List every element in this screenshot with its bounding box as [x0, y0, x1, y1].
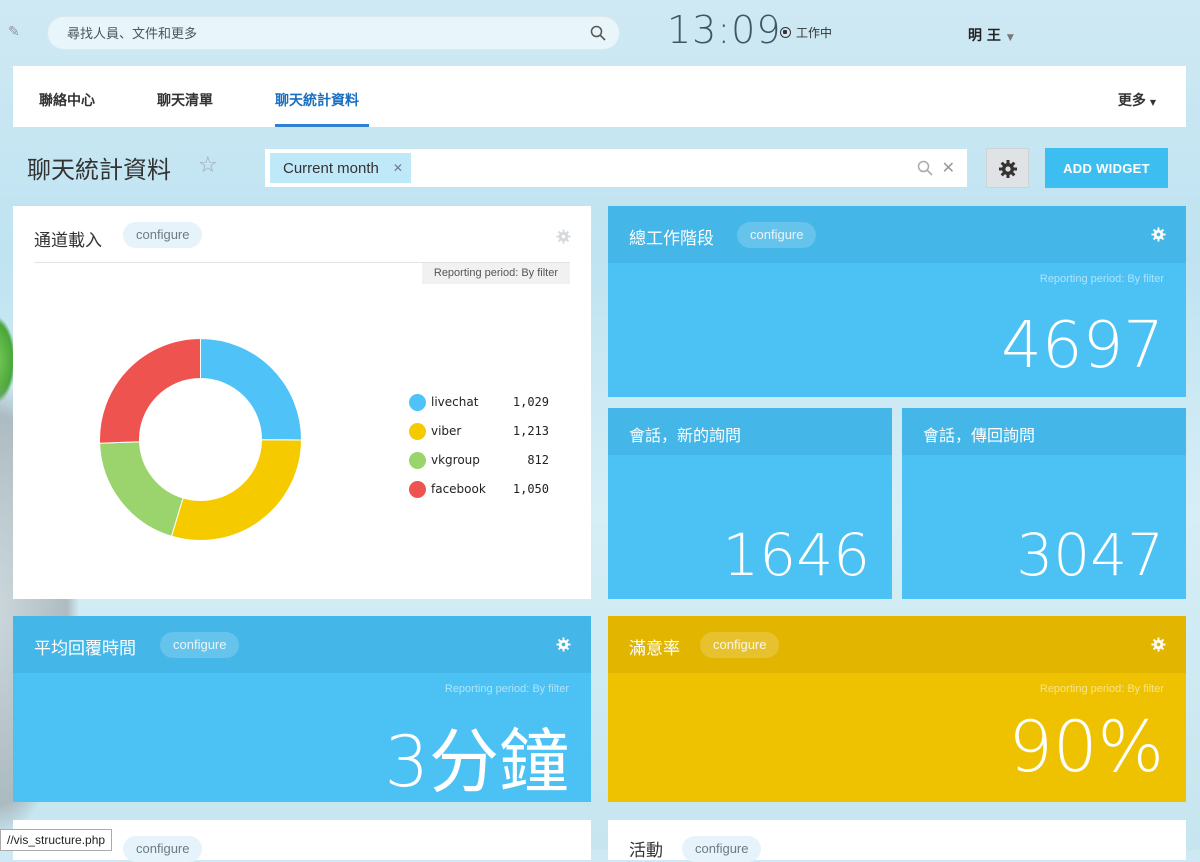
widget-title: 平均回覆時間: [34, 639, 136, 659]
legend-swatch: [409, 423, 426, 440]
widget-avg-response-time: 平均回覆時間 configure Reporting period: By fi…: [13, 616, 591, 803]
donut-slice-facebook[interactable]: [99, 337, 201, 444]
legend-item[interactable]: facebook 1,050: [409, 481, 549, 510]
legend-item[interactable]: vkgroup 812: [409, 452, 549, 481]
configure-button[interactable]: configure: [123, 222, 203, 248]
global-search[interactable]: [47, 16, 620, 52]
search-icon[interactable]: [917, 160, 933, 176]
donut-slice-viber[interactable]: [170, 439, 303, 541]
gear-icon[interactable]: [556, 229, 571, 244]
legend-item[interactable]: livechat 1,029: [409, 394, 549, 423]
donut-slice-livechat[interactable]: [200, 337, 302, 441]
legend-value: 1,213: [512, 424, 549, 438]
user-name: 明 王: [968, 28, 1001, 44]
legend-label: vkgroup: [431, 453, 480, 467]
chevron-down-icon: ▼: [1149, 98, 1156, 107]
metric-value: 3047: [1016, 521, 1164, 589]
configure-button[interactable]: configure: [682, 836, 762, 862]
widget-channel-load: 通道載入 configure Reporting period: By filt…: [13, 206, 591, 599]
metric-value: 4697: [1001, 309, 1164, 383]
metric-value: 1646: [722, 521, 870, 589]
gear-icon: [999, 160, 1017, 178]
chip-close-icon[interactable]: ✕: [393, 161, 403, 175]
configure-button[interactable]: configure: [700, 632, 780, 658]
configure-button[interactable]: configure: [160, 632, 240, 658]
stop-icon: [780, 27, 791, 38]
legend-swatch: [409, 394, 426, 411]
widget-total-sessions: 總工作階段 configure Reporting period: By fil…: [608, 206, 1186, 397]
legend-label: facebook: [431, 482, 486, 496]
add-widget-button[interactable]: ADD WIDGET: [1045, 148, 1168, 188]
widget-activity: 活動 configure: [608, 820, 1186, 862]
reporting-period: Reporting period: By filter: [1039, 683, 1164, 695]
clock: 13:09: [667, 8, 782, 52]
chart-legend: livechat 1,029 viber 1,213 vkgroup 812 face…: [409, 394, 549, 510]
reporting-period: Reporting period: By filter: [1039, 273, 1164, 285]
filter-chip[interactable]: Current month ✕: [270, 153, 411, 183]
legend-swatch: [409, 481, 426, 498]
legend-label: viber: [431, 424, 462, 438]
legend-swatch: [409, 452, 426, 469]
tab-contact-center[interactable]: 聯絡中心: [39, 90, 95, 110]
donut-chart: [99, 337, 303, 541]
pencil-icon[interactable]: ✎: [8, 24, 24, 40]
settings-button[interactable]: [986, 148, 1029, 188]
metric-value: 3分鐘: [384, 721, 569, 803]
widget-title: 通道載入: [34, 231, 102, 251]
gear-icon[interactable]: [1151, 227, 1166, 242]
page-title: 聊天統計資料: [27, 156, 171, 184]
widget-new-inquiries: 會話，新的詢問 1646: [608, 408, 892, 599]
status-url-tooltip: //vis_structure.php: [0, 829, 113, 851]
active-tab-indicator: [275, 124, 369, 127]
widget-title: 活動: [629, 841, 663, 861]
filter-chip-label: Current month: [283, 159, 379, 177]
search-input[interactable]: [65, 16, 569, 52]
more-menu[interactable]: 更多 ▼: [1118, 90, 1156, 110]
chevron-down-icon: ▼: [1006, 33, 1014, 43]
user-menu[interactable]: 明 王 ▼: [968, 25, 1014, 45]
widget-header: [608, 616, 1186, 673]
metric-value: 90%: [1008, 706, 1164, 788]
tab-chat-statistics[interactable]: 聊天統計資料: [275, 90, 359, 110]
star-icon[interactable]: ☆: [198, 153, 218, 178]
widget-title: 會話，新的詢問: [629, 426, 742, 445]
configure-button[interactable]: configure: [123, 836, 203, 862]
widget-returning-inquiries: 會話，傳回詢問 3047: [902, 408, 1186, 599]
top-nav: 聯絡中心 聊天清單 聊天統計資料 更多 ▼: [13, 66, 1186, 127]
legend-value: 812: [527, 453, 549, 467]
work-status-label: 工作中: [796, 26, 833, 40]
work-status[interactable]: 工作中: [780, 24, 832, 41]
reporting-period-tag: Reporting period: By filter: [421, 263, 570, 284]
clear-filter-icon[interactable]: ✕: [942, 158, 955, 177]
gear-icon[interactable]: [556, 637, 571, 652]
widget-satisfaction: 滿意率 configure Reporting period: By filte…: [608, 616, 1186, 802]
legend-value: 1,029: [512, 395, 549, 409]
widget-title: 滿意率: [629, 639, 680, 659]
configure-button[interactable]: configure: [737, 222, 817, 248]
legend-label: livechat: [431, 395, 479, 409]
widget-title: 總工作階段: [629, 229, 714, 249]
reporting-period: Reporting period: By filter: [444, 683, 569, 695]
search-icon[interactable]: [590, 25, 606, 41]
more-label: 更多: [1117, 93, 1146, 109]
filter-bar[interactable]: Current month ✕ ✕: [265, 149, 967, 187]
widget-title: 會話，傳回詢問: [923, 426, 1036, 445]
donut-slice-vkgroup[interactable]: [99, 441, 184, 537]
tab-chat-list[interactable]: 聊天清單: [157, 90, 213, 110]
gear-icon[interactable]: [1151, 637, 1166, 652]
legend-value: 1,050: [512, 482, 549, 496]
legend-item[interactable]: viber 1,213: [409, 423, 549, 452]
